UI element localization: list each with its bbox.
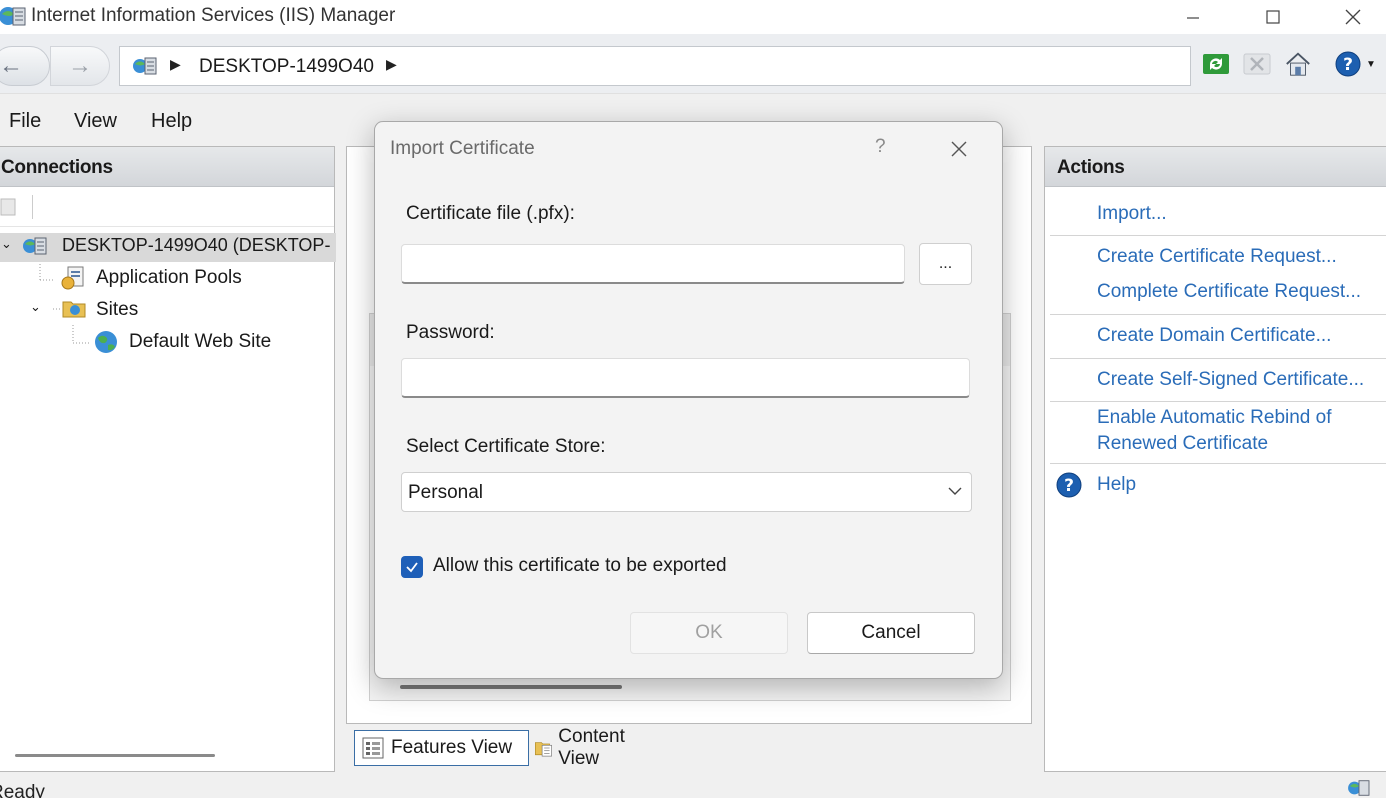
folder-icon: [62, 301, 86, 318]
action-help[interactable]: Help: [1097, 474, 1136, 496]
app-pool-icon: [61, 266, 84, 290]
password-label: Password:: [406, 322, 495, 343]
action-divider: [1050, 314, 1386, 315]
window-title: Internet Information Services (IIS) Mana…: [31, 5, 396, 26]
forward-button[interactable]: →: [50, 46, 110, 86]
stop-icon: [1243, 53, 1271, 75]
features-horizontal-scrollbar[interactable]: [400, 685, 622, 689]
server-icon: [133, 57, 157, 75]
svg-text:?: ?: [1064, 476, 1074, 496]
iis-app-icon: [0, 7, 26, 26]
action-divider: [1050, 358, 1386, 359]
chevron-down-icon: ▼: [1366, 58, 1376, 70]
tree-item-server[interactable]: DESKTOP-1499O40 (DESKTOP-: [62, 235, 330, 256]
minimize-icon: [1187, 17, 1199, 19]
action-divider: [1050, 235, 1386, 236]
browse-button[interactable]: ...: [919, 243, 972, 285]
export-checkbox-label[interactable]: Allow this certificate to be exported: [433, 555, 727, 577]
title-bar: Internet Information Services (IIS) Mana…: [0, 0, 1386, 34]
menu-view[interactable]: View: [74, 110, 117, 133]
actions-panel: Actions Import... Create Certificate Req…: [1044, 146, 1386, 772]
dialog-help-button[interactable]: ?: [875, 136, 886, 158]
action-divider: [1050, 401, 1386, 402]
home-icon: [1286, 52, 1310, 76]
export-checkbox[interactable]: [401, 556, 423, 578]
import-certificate-dialog: Import Certificate ? Certificate file (.…: [374, 121, 1003, 679]
close-icon[interactable]: [949, 139, 969, 159]
minimize-button[interactable]: [1153, 0, 1233, 34]
help-dropdown-button[interactable]: ? ▼: [1333, 50, 1377, 78]
action-import[interactable]: Import...: [1097, 203, 1167, 225]
action-create-domain-certificate[interactable]: Create Domain Certificate...: [1097, 325, 1331, 347]
action-complete-certificate-request[interactable]: Complete Certificate Request...: [1097, 281, 1361, 303]
refresh-button[interactable]: [1202, 50, 1230, 78]
tab-content-view[interactable]: Content View: [530, 726, 641, 769]
features-view-label: Features View: [391, 737, 513, 758]
maximize-icon: [1266, 10, 1280, 24]
ok-button[interactable]: OK: [630, 612, 788, 654]
action-enable-automatic-rebind[interactable]: Enable Automatic Rebind of: [1097, 407, 1332, 429]
help-icon: ?: [1335, 51, 1361, 77]
expand-chevron-icon[interactable]: ⌄: [1, 236, 12, 252]
home-button[interactable]: [1284, 50, 1312, 78]
tree-item-application-pools[interactable]: Application Pools: [96, 267, 242, 289]
action-create-certificate-request[interactable]: Create Certificate Request...: [1097, 246, 1337, 268]
menu-help[interactable]: Help: [151, 110, 192, 133]
certificate-file-label: Certificate file (.pfx):: [406, 203, 575, 224]
address-bar[interactable]: ▶ DESKTOP-1499O40 ▶: [119, 46, 1191, 86]
action-divider: [1050, 463, 1386, 464]
refresh-icon: [1203, 54, 1229, 74]
server-icon: [23, 237, 47, 255]
navigation-bar: ← → ▶ DESKTOP-1499O40 ▶ ? ▼: [0, 34, 1386, 94]
breadcrumb-separator-icon[interactable]: ▶: [386, 56, 397, 73]
content-view-label: Content View: [558, 726, 625, 769]
features-view-icon: [362, 737, 384, 759]
menu-file[interactable]: File: [9, 110, 41, 133]
cancel-button[interactable]: Cancel: [807, 612, 975, 654]
certificate-store-value: Personal: [408, 482, 483, 503]
tree-item-sites[interactable]: Sites: [96, 299, 138, 321]
svg-text:?: ?: [1343, 55, 1353, 75]
breadcrumb-server[interactable]: DESKTOP-1499O40: [199, 56, 374, 78]
actions-header: Actions: [1045, 147, 1386, 187]
action-create-self-signed-certificate[interactable]: Create Self-Signed Certificate...: [1097, 369, 1364, 391]
dialog-title: Import Certificate: [390, 138, 535, 159]
certificate-store-select[interactable]: Personal: [401, 472, 972, 512]
tree-item-default-web-site[interactable]: Default Web Site: [129, 331, 271, 353]
certificate-store-label: Select Certificate Store:: [406, 436, 606, 457]
toolbar-divider: [32, 195, 33, 219]
forward-arrow-icon: →: [68, 52, 92, 79]
help-icon: ?: [1056, 472, 1082, 498]
expand-chevron-icon[interactable]: ⌄: [30, 299, 41, 315]
password-field[interactable]: [401, 358, 970, 398]
content-view-icon: [535, 742, 552, 757]
back-arrow-icon: ←: [0, 52, 23, 79]
connections-header: Connections: [0, 147, 334, 187]
back-button[interactable]: ←: [0, 46, 50, 86]
connections-toolbar: [0, 187, 334, 227]
breadcrumb-separator-icon[interactable]: ▶: [170, 56, 181, 73]
status-text: Ready: [0, 782, 45, 798]
close-window-button[interactable]: [1313, 0, 1386, 34]
server-status-icon: [1348, 780, 1370, 796]
certificate-file-input[interactable]: [401, 244, 905, 284]
maximize-button[interactable]: [1233, 0, 1313, 34]
action-enable-automatic-rebind-line2[interactable]: Renewed Certificate: [1097, 433, 1268, 455]
connections-horizontal-scrollbar[interactable]: [15, 754, 215, 757]
tab-features-view[interactable]: Features View: [354, 730, 529, 766]
status-bar: Ready: [0, 776, 1386, 798]
chevron-down-icon: [948, 487, 962, 495]
connections-panel: Connections ⌄ DESKTOP-1499O40 (DESKTOP- …: [0, 146, 336, 772]
new-connection-icon[interactable]: [0, 197, 17, 217]
stop-button[interactable]: [1243, 50, 1271, 78]
close-icon: [1345, 9, 1361, 25]
checkmark-icon: [406, 562, 418, 573]
globe-icon: [95, 331, 117, 353]
